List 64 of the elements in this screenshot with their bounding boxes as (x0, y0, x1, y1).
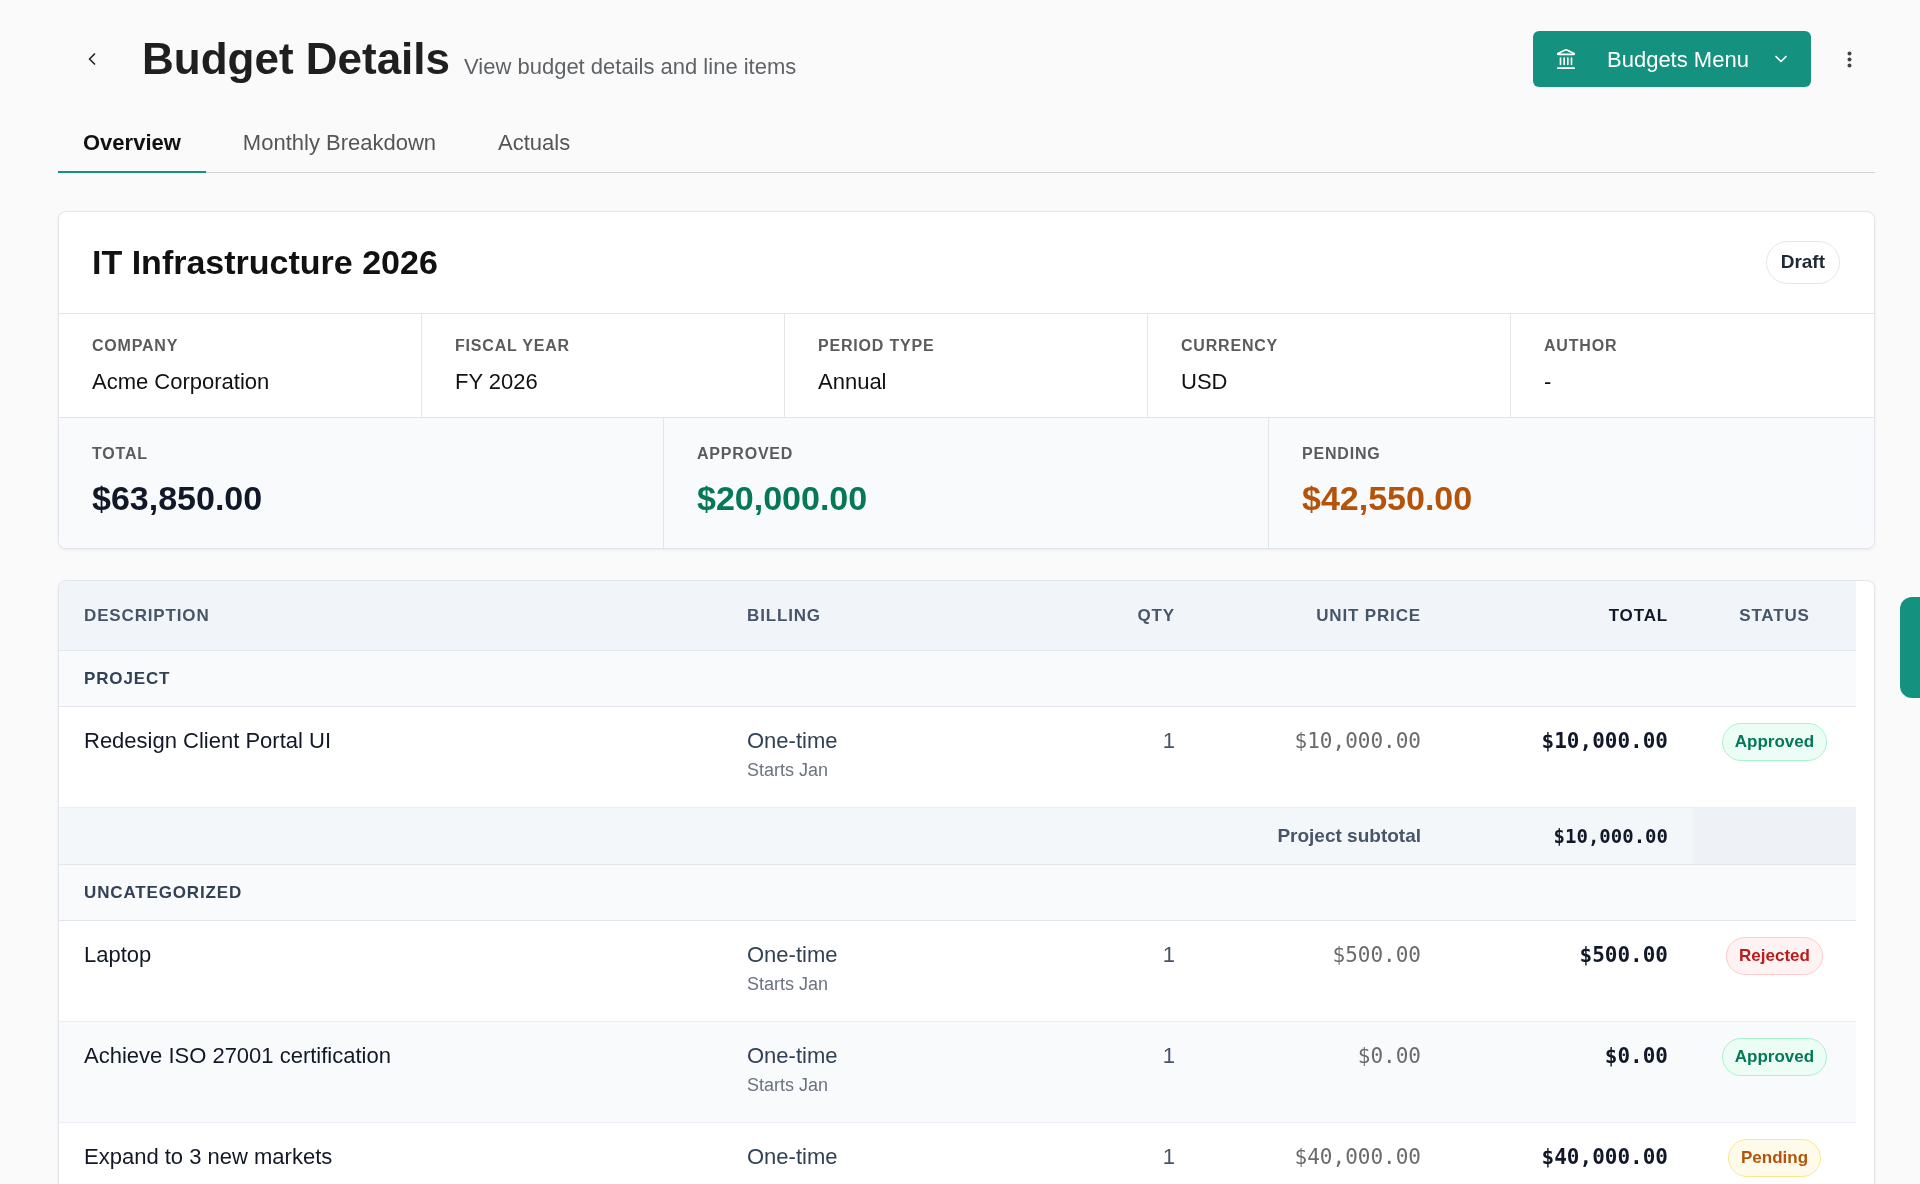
unit-price: $40,000.00 (1294, 1144, 1421, 1171)
item-description: Redesign Client Portal UI (84, 728, 331, 753)
billing-type: One-time (747, 1143, 838, 1171)
total-amount: $42,550.00 (1302, 478, 1473, 518)
column-header: STATUS (1739, 604, 1810, 627)
quantity: 1 (1162, 727, 1175, 755)
total-label: PENDING (1302, 444, 1381, 464)
line-total: $10,000.00 (1541, 728, 1668, 755)
field-value: - (1544, 369, 1552, 395)
subtotal-amount: $10,000.00 (1553, 823, 1668, 849)
page-subtitle: View budget details and line items (464, 53, 797, 81)
budget-name: IT Infrastructure 2026 (92, 242, 438, 283)
total-amount: $20,000.00 (697, 478, 868, 518)
quantity: 1 (1162, 941, 1175, 969)
quantity: 1 (1162, 1042, 1175, 1070)
status-badge: Approved (1721, 1038, 1828, 1076)
unit-price: $500.00 (1332, 942, 1421, 969)
line-total: $40,000.00 (1541, 1144, 1668, 1171)
item-description: Laptop (84, 942, 152, 967)
field-label: PERIOD TYPE (818, 336, 935, 356)
status-badge: Rejected (1726, 937, 1823, 975)
column-header: TOTAL (1608, 604, 1668, 627)
item-description: Expand to 3 new markets (84, 1144, 333, 1169)
total-amount: $63,850.00 (92, 478, 263, 518)
column-header: BILLING (747, 604, 821, 627)
billing-start: Starts Jan (747, 1074, 829, 1096)
group-header: PROJECT (59, 651, 1856, 707)
status-badge: Draft (1765, 241, 1840, 284)
field-label: FISCAL YEAR (455, 336, 570, 356)
status-badge: Pending (1727, 1139, 1822, 1177)
field-label: CURRENCY (1181, 336, 1279, 356)
column-header: DESCRIPTION (84, 604, 210, 627)
item-description: Achieve ISO 27001 certification (84, 1043, 391, 1068)
field-value: FY 2026 (455, 369, 538, 395)
tab[interactable]: Overview (58, 101, 206, 173)
group-header: UNCATEGORIZED (59, 865, 1856, 921)
field-label: AUTHOR (1544, 336, 1618, 356)
status-badge: Approved (1721, 723, 1828, 761)
total-label: TOTAL (92, 444, 148, 464)
tab[interactable]: Monthly Breakdown (217, 101, 462, 173)
billing-type: One-time (747, 1042, 838, 1070)
billing-start: Starts Jan (747, 973, 829, 995)
billing-type: One-time (747, 941, 838, 969)
unit-price: $0.00 (1357, 1043, 1421, 1070)
bank-icon (1555, 48, 1577, 70)
quantity: 1 (1162, 1143, 1175, 1171)
column-header: QTY (1137, 604, 1175, 627)
total-label: APPROVED (697, 444, 794, 464)
field-label: COMPANY (92, 336, 179, 356)
unit-price: $10,000.00 (1294, 728, 1421, 755)
more-icon (1846, 50, 1852, 68)
line-total: $0.00 (1604, 1043, 1668, 1070)
page-title: Budget Details (142, 33, 451, 85)
field-value: Acme Corporation (92, 369, 270, 395)
field-value: USD (1181, 369, 1228, 395)
subtotal-label: Project subtotal (1277, 823, 1421, 848)
line-total: $500.00 (1579, 942, 1668, 969)
field-value: Annual (818, 369, 887, 395)
column-header: UNIT PRICE (1316, 604, 1421, 627)
side-panel-tab[interactable] (1900, 597, 1920, 698)
tab[interactable]: Actuals (473, 101, 596, 173)
budgets-menu-button[interactable]: Budgets Menu (1533, 31, 1811, 87)
billing-type: One-time (747, 727, 838, 755)
billing-start: Starts Jan (747, 759, 829, 781)
